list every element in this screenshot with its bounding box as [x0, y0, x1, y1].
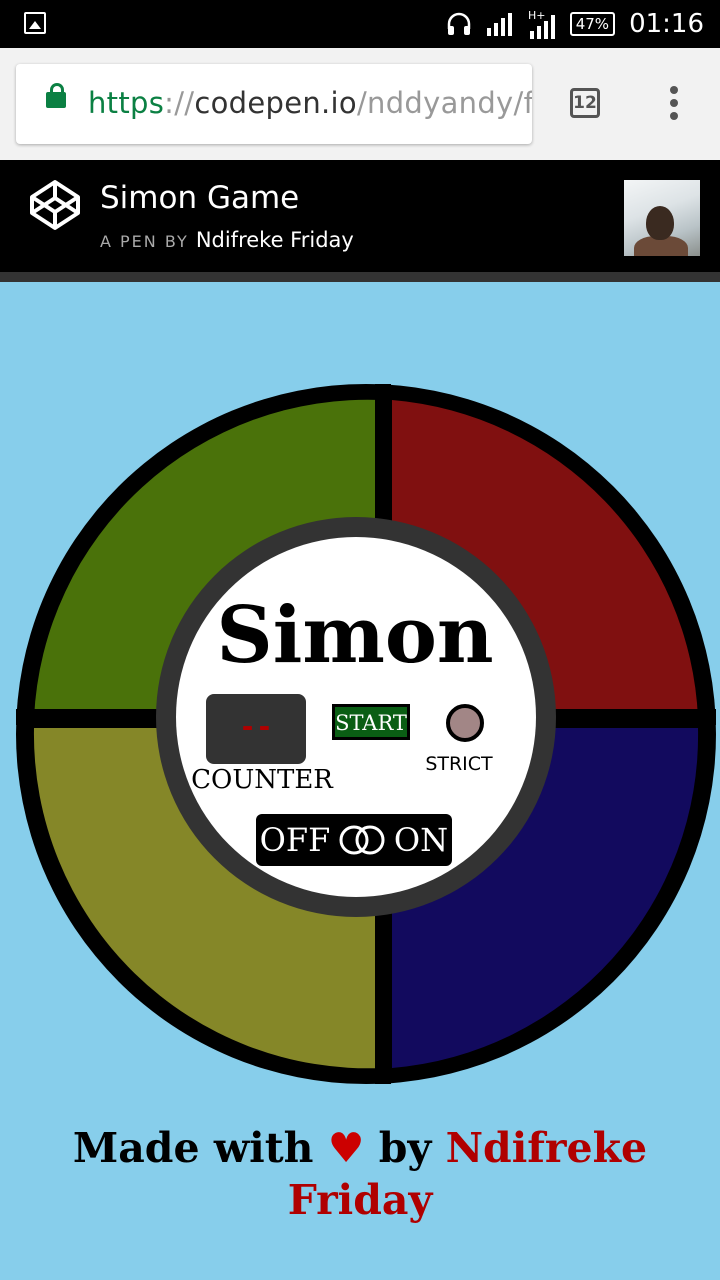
- signal-icon: [486, 13, 512, 36]
- hplus-signal-icon: H+: [528, 9, 555, 39]
- url-text[interactable]: https://codepen.io/nddyandy/f: [88, 86, 532, 120]
- url-bar[interactable]: https://codepen.io/nddyandy/f: [16, 64, 532, 144]
- off-label: OFF: [260, 821, 331, 859]
- pen-author-link[interactable]: Ndifreke Friday: [196, 228, 354, 252]
- credit-text: Made with ♥ by Ndifreke Friday: [72, 1124, 648, 1224]
- codepen-header: Simon Game A PEN BY Ndifreke Friday: [0, 160, 720, 282]
- simon-board: Simon -- COUNTER START STRICT OFF ON: [16, 384, 716, 1084]
- status-bar: H+ 47% 01:16: [0, 0, 720, 48]
- overflow-menu-icon[interactable]: [664, 86, 684, 126]
- lock-icon: [46, 83, 66, 108]
- battery-indicator: 47%: [569, 12, 616, 36]
- heart-icon: ♥: [327, 1124, 365, 1172]
- on-label: ON: [394, 821, 448, 859]
- codepen-logo-icon[interactable]: [28, 178, 82, 232]
- strict-button[interactable]: [446, 704, 484, 742]
- pen-title[interactable]: Simon Game: [100, 180, 299, 216]
- clock: 01:16: [629, 9, 704, 39]
- strict-label: STRICT: [425, 753, 493, 775]
- browser-toolbar: https://codepen.io/nddyandy/f 12: [0, 48, 720, 160]
- counter-value: --: [239, 710, 273, 743]
- avatar[interactable]: [624, 180, 700, 256]
- tab-switcher-button[interactable]: 12: [570, 88, 600, 118]
- game-title: Simon: [216, 590, 493, 681]
- pen-byline: A PEN BY Ndifreke Friday: [100, 228, 354, 252]
- svg-text:H+: H+: [528, 9, 546, 22]
- counter-label: COUNTER: [191, 765, 334, 795]
- gallery-notification-icon: [24, 12, 46, 34]
- start-label: START: [335, 711, 407, 735]
- headphones-icon: [447, 12, 470, 35]
